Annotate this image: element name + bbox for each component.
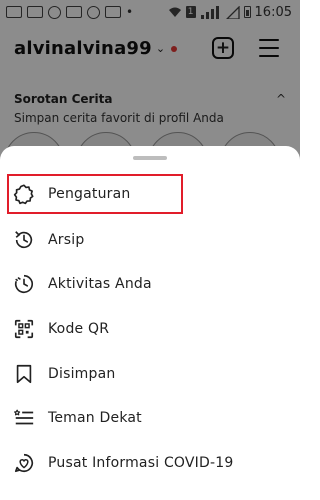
- archive-history-icon: [15, 231, 33, 249]
- menu-item-label: Kode QR: [48, 321, 110, 337]
- covid-info-icon: [14, 453, 34, 473]
- menu-item-label: Arsip: [48, 232, 85, 248]
- options-bottom-sheet: Pengaturan Arsip Aktivitas Anda Kode QR: [0, 146, 300, 500]
- menu-item-label: Teman Dekat: [48, 410, 142, 426]
- menu-item-qr-code[interactable]: Kode QR: [0, 309, 300, 349]
- qr-code-icon: [14, 319, 34, 339]
- menu-item-label: Aktivitas Anda: [48, 276, 152, 292]
- menu-item-label: Pusat Informasi COVID-19: [48, 455, 234, 471]
- menu-item-covid-info[interactable]: Pusat Informasi COVID-19: [0, 443, 300, 483]
- menu-item-close-friends[interactable]: Teman Dekat: [0, 398, 300, 438]
- menu-item-label: Disimpan: [48, 366, 116, 382]
- highlight-annotation-box: [7, 174, 183, 214]
- sheet-drag-handle[interactable]: [133, 156, 167, 160]
- menu-item-archive[interactable]: Arsip: [0, 220, 300, 260]
- menu-item-your-activity[interactable]: Aktivitas Anda: [0, 264, 300, 304]
- activity-clock-icon: [14, 274, 34, 294]
- close-friends-list-icon: [14, 409, 34, 425]
- menu-item-saved[interactable]: Disimpan: [0, 354, 300, 394]
- bookmark-icon: [16, 364, 32, 384]
